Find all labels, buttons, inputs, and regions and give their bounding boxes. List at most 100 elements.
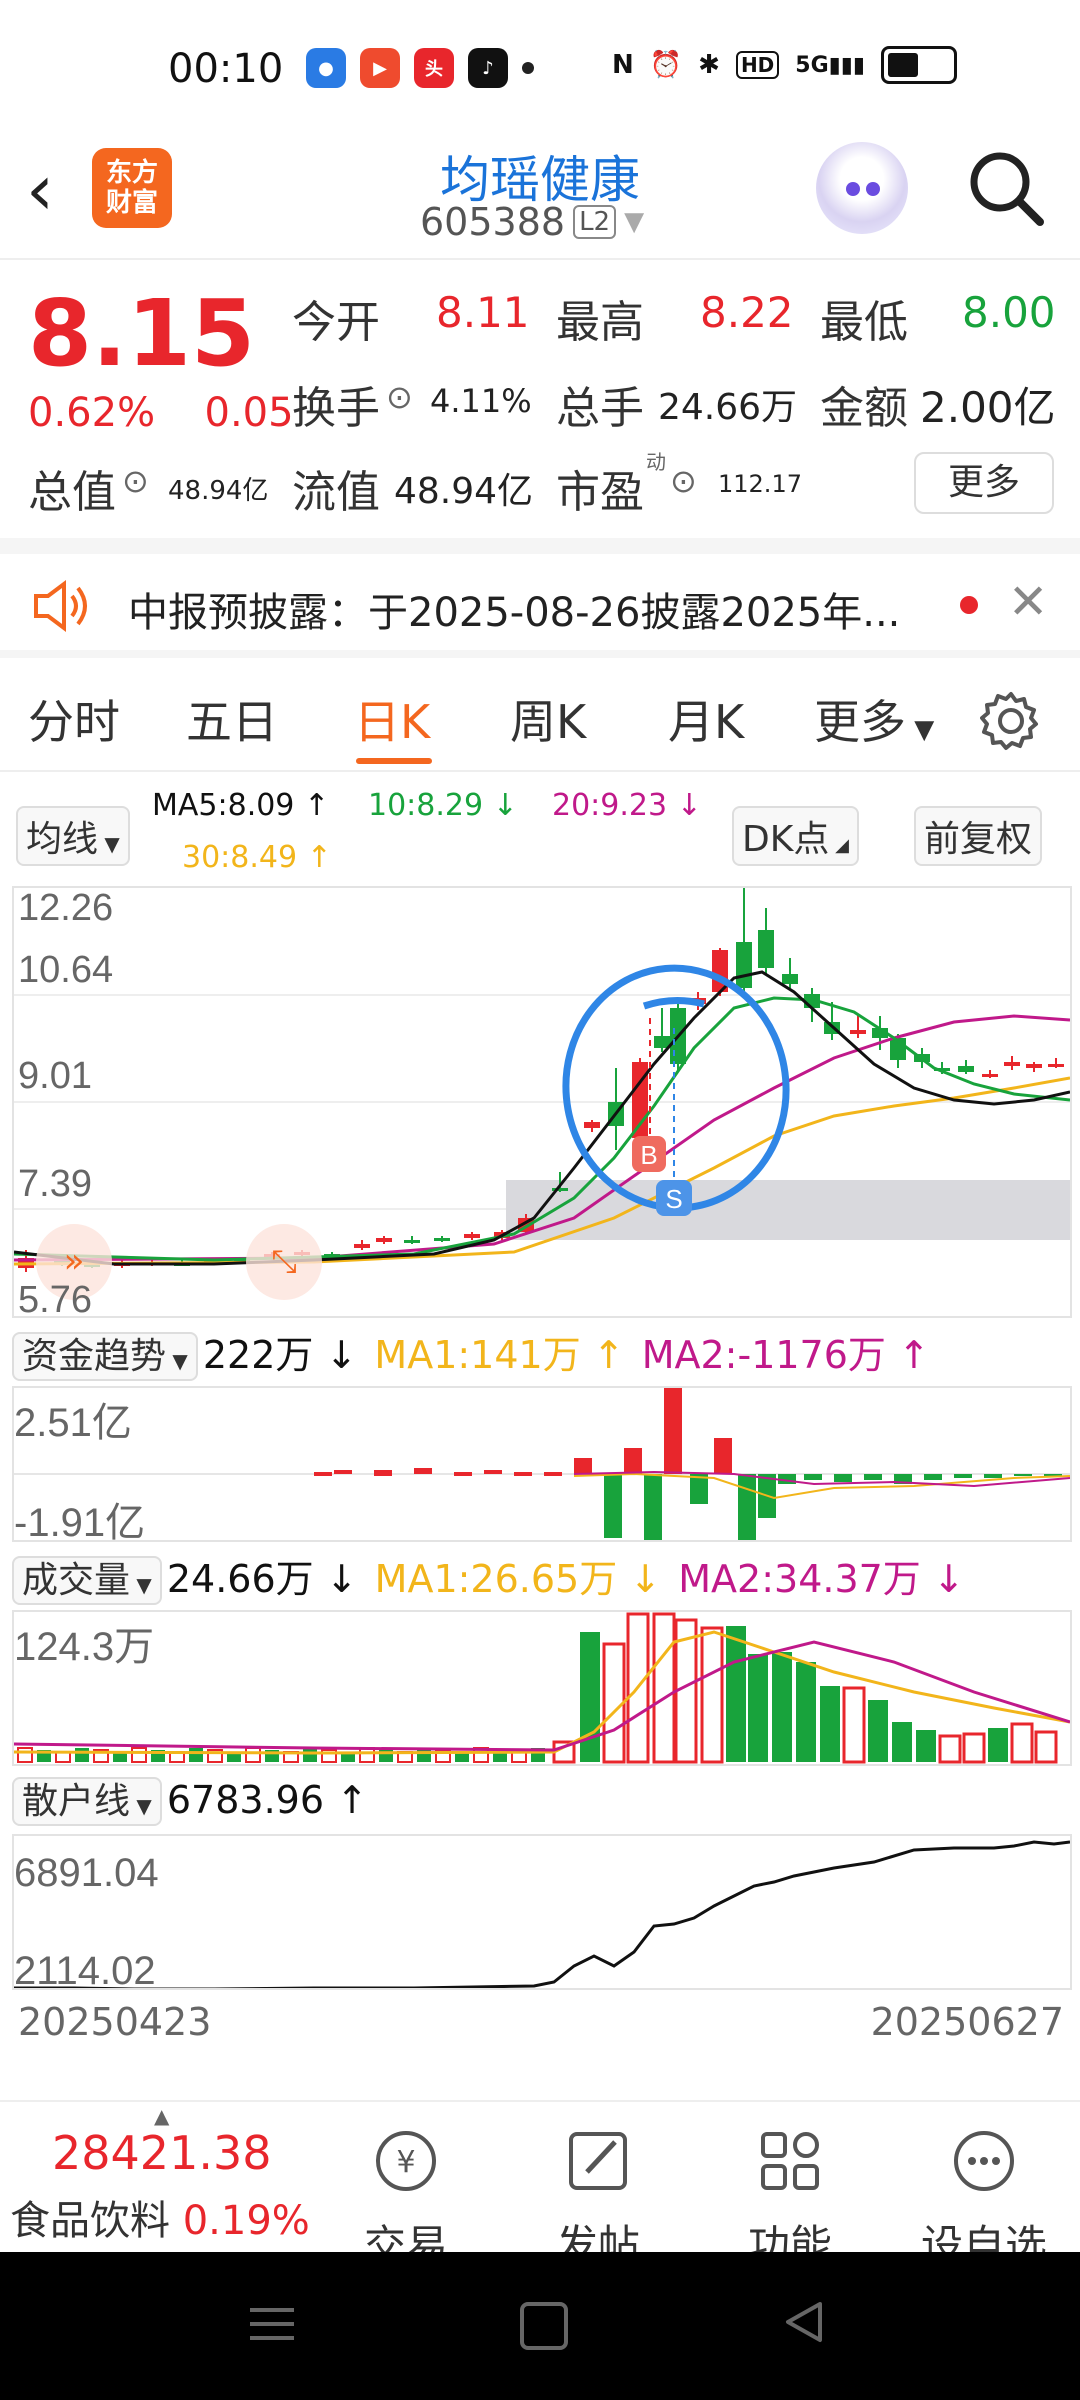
fund-bar (804, 1474, 822, 1480)
tab-more[interactable]: 更多 ▼ (814, 686, 934, 752)
change-amount: 0.05 (204, 390, 294, 436)
total-value-label: 总值 (28, 467, 116, 518)
dot-icon (522, 62, 534, 74)
candle-body (376, 1238, 392, 1242)
volume-bar (916, 1730, 936, 1762)
speaker-icon (34, 580, 87, 632)
pe-dynamic-mark: 动 (646, 450, 666, 474)
volume-bar (75, 1748, 89, 1762)
nav-add-watchlist[interactable]: 设自选 (914, 2126, 1054, 2273)
search-icon[interactable] (964, 146, 1048, 230)
volume-selector[interactable]: 成交量 ▼ (12, 1556, 162, 1605)
adjust-price-button[interactable]: 前复权 (914, 806, 1043, 866)
info-icon[interactable]: ⊙ (386, 378, 413, 416)
yen-exchange-icon: ¥ (376, 2131, 436, 2191)
candle-body (758, 930, 774, 968)
ma-legend: 均线 ▼ MA5:8.09 ↑ 10:8.29 ↓ 20:9.23 ↓ 30:8… (0, 780, 1080, 890)
ma20-value: 20:9.23 ↓ (552, 788, 702, 823)
volume-bar (303, 1748, 317, 1762)
fund-trend-header: 资金趋势 ▼ 222万 ↓ MA1:141万 ↑ MA2:-1176万 ↑ (12, 1324, 930, 1381)
bluetooth-icon: ✱ (698, 50, 720, 80)
nav-post[interactable]: 发帖 (528, 2126, 668, 2273)
close-icon[interactable]: ✕ (1008, 574, 1048, 630)
home-icon[interactable] (520, 2302, 568, 2350)
tab-monthly-k[interactable]: 月K (668, 686, 744, 752)
total-value: 48.94亿 (168, 476, 269, 506)
fund-trend-chart[interactable]: 2.51亿 -1.91亿 (12, 1386, 1072, 1542)
system-navigation-bar (0, 2252, 1080, 2400)
volume-ma1: MA1:26.65万 ↓ (374, 1557, 662, 1601)
sell-marker-label: S (665, 1184, 682, 1214)
back-button[interactable]: ‹ (26, 150, 54, 230)
fund-bar (454, 1472, 472, 1476)
ai-assistant-avatar[interactable] (816, 142, 908, 234)
stock-code-row[interactable]: 605388 L2 ▼ (420, 200, 644, 244)
volume-value: 24.66万 (658, 387, 798, 428)
candle-body (958, 1066, 974, 1072)
volume-chart[interactable]: 124.3万 (12, 1610, 1072, 1766)
status-time: 00:10 (168, 46, 284, 92)
nav-functions[interactable]: 功能 (720, 2126, 860, 2273)
back-nav-icon[interactable] (780, 2298, 828, 2346)
menu-icon[interactable] (250, 2302, 294, 2346)
candle-body (464, 1234, 480, 1238)
candle-body (584, 1122, 600, 1128)
ma5-value: MA5:8.09 ↑ (152, 788, 330, 823)
retail-line-selector[interactable]: 散户线 ▼ (12, 1777, 162, 1826)
volume-bar (700, 1626, 724, 1764)
fund-bar (514, 1472, 532, 1476)
system-status-icons: N ⏰ ✱ HD 5G▮▮▮ (612, 46, 957, 84)
fund-trend-selector[interactable]: 资金趋势 ▼ (12, 1332, 198, 1381)
tab-weekly-k[interactable]: 周K (510, 686, 586, 752)
retail-line-chart[interactable]: 6891.04 2114.02 (12, 1834, 1072, 1990)
level2-badge: L2 (573, 205, 617, 239)
candle-body (782, 974, 798, 984)
eastmoney-logo[interactable]: 东方 财富 (92, 148, 172, 228)
pe-label: 市盈 (556, 467, 644, 518)
turnover-label: 换手 (292, 383, 380, 434)
open-label: 今开 (292, 297, 380, 348)
settings-gear-icon[interactable] (980, 690, 1042, 752)
nfc-icon: N (612, 50, 634, 80)
tab-daily-k[interactable]: 日K (354, 686, 430, 752)
bottom-nav: ▲ 28421.38 食品饮料 0.19% ¥ 交易 发帖 功能 设自选 (0, 2100, 1080, 2270)
candle-body (1004, 1062, 1020, 1066)
sector-index[interactable]: ▲ 28421.38 食品饮料 0.19% (0, 2102, 330, 2254)
info-icon[interactable]: ⊙ (122, 462, 149, 500)
info-icon[interactable]: ⊙ (670, 462, 697, 500)
tab-five-day[interactable]: 五日 (186, 686, 278, 752)
tab-intraday[interactable]: 分时 (28, 686, 120, 752)
ma-selector[interactable]: 均线 ▼ (16, 806, 130, 866)
tiktok-icon: ♪ (468, 48, 508, 88)
notice-bar[interactable]: 中报预披露：于2025-08-26披露2025年... ✕ (0, 552, 1080, 658)
volume-y-top: 124.3万 (14, 1625, 154, 1669)
volume-bar (892, 1722, 912, 1762)
volume-bar (131, 1747, 147, 1763)
y-label-1: 12.26 (18, 887, 113, 929)
float-value: 48.94亿 (394, 471, 534, 512)
dk-point-button[interactable]: DK点 ◢ (732, 806, 859, 866)
kline-chart[interactable]: B S » ⤡ 12.26 10.64 9.01 7.39 5.76 (12, 886, 1072, 1318)
more-quote-button[interactable]: 更多 (914, 452, 1054, 514)
volume-bar (726, 1626, 746, 1762)
fund-trend-ma1: MA1:141万 ↑ (374, 1333, 625, 1377)
fund-bar (544, 1472, 562, 1476)
amount-label: 金额 (820, 383, 908, 434)
fund-bar (334, 1470, 352, 1474)
grid-icon (761, 2132, 819, 2190)
ma30-value: 30:8.49 ↑ (182, 840, 332, 875)
battery-icon (880, 46, 957, 84)
kline-gridlines (14, 994, 1070, 1210)
signal-icon: 5G▮▮▮ (795, 52, 865, 78)
retail-line-value: 6783.96 ↑ (166, 1778, 368, 1822)
fund-bar (1014, 1474, 1032, 1476)
high-value: 8.22 (700, 288, 794, 337)
candle-body (736, 942, 752, 988)
float-value-label: 流值 (292, 467, 380, 518)
volume-bar (245, 1747, 261, 1763)
stock-code: 605388 (420, 200, 566, 244)
candle-body (354, 1244, 370, 1248)
y-label-3: 9.01 (18, 1055, 92, 1097)
candle-body (850, 1030, 866, 1034)
nav-trade[interactable]: ¥ 交易 (336, 2126, 476, 2273)
